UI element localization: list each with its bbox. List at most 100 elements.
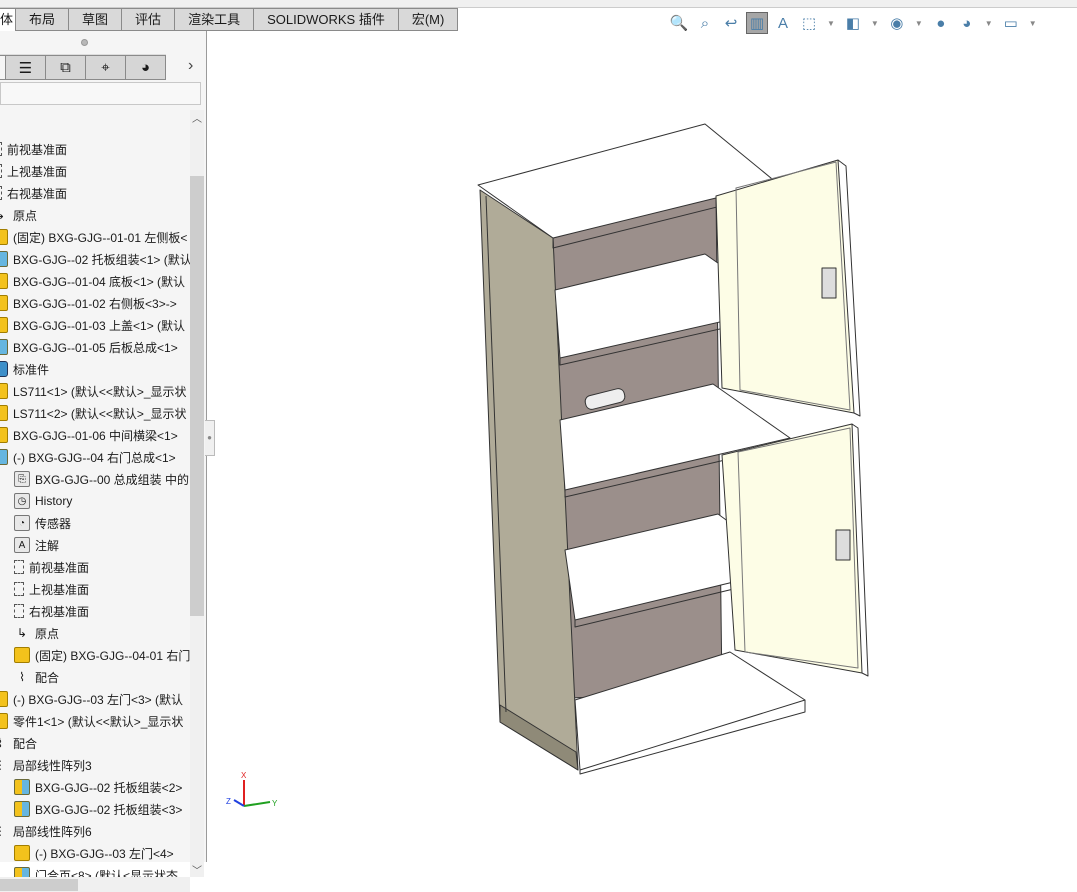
tree-item[interactable]: BXG-GJG--01-04 底板<1> (默认	[0, 270, 185, 292]
tree-item[interactable]: (固定) BXG-GJG--04-01 右门	[14, 644, 190, 666]
horizontal-scrollbar[interactable]	[0, 877, 190, 892]
display-style-icon[interactable]: ◧	[842, 12, 864, 34]
part-icon	[0, 691, 8, 707]
tree-item[interactable]: BXG-GJG--02 托板组装<1> (默认	[0, 248, 190, 270]
tree-item-label: 标准件	[13, 362, 50, 377]
scrollbar-thumb[interactable]	[190, 176, 204, 616]
tab-6[interactable]: 宏(M)	[398, 8, 459, 31]
tree-item[interactable]: ◷ History	[14, 490, 72, 512]
part-icon	[0, 405, 8, 421]
tab-5[interactable]: SOLIDWORKS 插件	[254, 8, 399, 31]
tree-item-label: BXG-GJG--01-05 后板总成<1>	[13, 340, 178, 355]
middle-crossbeam	[584, 388, 626, 410]
tree-item-label: 右视基准面	[7, 186, 68, 201]
view-settings-icon[interactable]: ▭	[1000, 12, 1022, 34]
tree-item[interactable]: BXG-GJG--02 托板组装<3>	[14, 798, 182, 820]
dropdown-arrow-icon[interactable]: ▼	[985, 19, 993, 28]
tree-item[interactable]: ↳ 原点	[14, 622, 59, 644]
tree-item[interactable]: 上视基准面	[0, 160, 67, 182]
assembly-icon	[0, 449, 8, 465]
assembly-icon	[14, 779, 30, 795]
scroll-down-icon[interactable]: ﹀	[192, 862, 202, 877]
dropdown-arrow-icon[interactable]: ▼	[915, 19, 923, 28]
tree-filter-input[interactable]	[0, 82, 201, 105]
tree-item[interactable]: BXG-GJG--01-02 右侧板<3>->	[0, 292, 177, 314]
tree-item[interactable]: A 注解	[14, 534, 59, 556]
property-manager-icon[interactable]: ☰	[6, 55, 46, 80]
section-view-icon[interactable]: ▥	[746, 12, 768, 34]
tree-item-label: 注解	[35, 538, 60, 553]
tree-item[interactable]: 前视基准面	[14, 556, 89, 578]
dimxpert-icon[interactable]: ⌖	[86, 55, 126, 80]
panel-grip[interactable]	[81, 39, 88, 46]
tree-item-label: BXG-GJG--01-06 中间横梁<1>	[13, 428, 178, 443]
tree-item[interactable]: ⎘ BXG-GJG--00 总成组装 中的	[14, 468, 189, 490]
tree-item[interactable]: 上视基准面	[14, 578, 89, 600]
edit-appearance-icon[interactable]: ●	[930, 12, 952, 34]
tree-item[interactable]: 标准件	[0, 358, 49, 380]
tab-2[interactable]: 草图	[69, 8, 123, 31]
tree-item[interactable]: (固定) BXG-GJG--01-01 左侧板<	[0, 226, 187, 248]
chevron-right-icon[interactable]: ›	[188, 57, 193, 75]
tab-4[interactable]: 渲染工具	[175, 8, 255, 31]
tree-item[interactable]: (-) BXG-GJG--03 左门<4>	[14, 842, 174, 864]
tab-0[interactable]: 体	[0, 8, 17, 31]
tab-1[interactable]: 布局	[16, 8, 70, 31]
tree-item[interactable]: BXG-GJG--01-05 后板总成<1>	[0, 336, 178, 358]
panel-collapse-handle[interactable]: ●	[205, 420, 215, 456]
tree-item[interactable]: ⌇ 配合	[0, 732, 37, 754]
tab-3[interactable]: 评估	[122, 8, 176, 31]
tree-item-label: (固定) BXG-GJG--04-01 右门	[35, 648, 190, 663]
tree-item-label: BXG-GJG--01-02 右侧板<3>->	[13, 296, 177, 311]
vertical-scrollbar[interactable]: ︿ ﹀	[190, 110, 204, 877]
tree-item[interactable]: BXG-GJG--02 托板组装<2>	[14, 776, 182, 798]
dynamic-annotation-view-icon[interactable]: A	[772, 12, 794, 34]
tree-item-label: 零件1<1> (默认<<默认>_显示状	[13, 714, 184, 729]
tree-item[interactable]: 零件1<1> (默认<<默认>_显示状	[0, 710, 183, 732]
assembly-icon	[0, 251, 8, 267]
tree-item[interactable]: ⋮ 局部线性阵列6	[0, 820, 92, 842]
part-icon	[0, 713, 8, 729]
tree-item[interactable]: BXG-GJG--01-06 中间横梁<1>	[0, 424, 178, 446]
tree-item[interactable]: (-) BXG-GJG--04 右门总成<1>	[0, 446, 176, 468]
zoom-to-fit-icon[interactable]: 🔍	[668, 12, 690, 34]
cabinet-model[interactable]	[477, 123, 869, 775]
tree-item-label: 原点	[35, 626, 60, 641]
feature-tree: 前视基准面上视基准面右视基准面↳原点(固定) BXG-GJG--01-01 左侧…	[0, 107, 190, 877]
plane-icon	[0, 186, 2, 200]
tree-item[interactable]: LS711<2> (默认<<默认>_显示状	[0, 402, 187, 424]
dropdown-arrow-icon[interactable]: ▼	[871, 19, 879, 28]
scrollbar-thumb[interactable]	[0, 879, 78, 891]
shelf-3	[564, 513, 793, 621]
tree-item[interactable]: ◔ 传感器	[14, 512, 71, 534]
configuration-manager-icon[interactable]: ⧉	[46, 55, 86, 80]
tree-item[interactable]: ↳ 原点	[0, 204, 37, 226]
tree-item[interactable]: 前视基准面	[0, 138, 67, 160]
tree-item-label: 原点	[13, 208, 38, 223]
tree-item[interactable]: 右视基准面	[14, 600, 89, 622]
apply-scene-icon[interactable]: ◕	[956, 12, 978, 34]
scroll-up-icon[interactable]: ︿	[192, 110, 202, 125]
tree-item-label: 局部线性阵列3	[13, 758, 92, 773]
tree-item[interactable]: LS711<1> (默认<<默认>_显示状	[0, 380, 187, 402]
folder-icon: ⎘	[14, 471, 30, 487]
tree-item[interactable]: BXG-GJG--01-03 上盖<1> (默认	[0, 314, 185, 336]
y-axis-label: Y	[272, 799, 278, 808]
tree-item[interactable]: ⌇ 配合	[14, 666, 59, 688]
display-manager-icon[interactable]: ◕	[126, 55, 166, 80]
dropdown-arrow-icon[interactable]: ▼	[827, 19, 835, 28]
dropdown-arrow-icon[interactable]: ▼	[1029, 19, 1037, 28]
tree-item[interactable]: 右视基准面	[0, 182, 67, 204]
hide-show-items-icon[interactable]: ◉	[886, 12, 908, 34]
history-icon: ◷	[14, 493, 30, 509]
view-orientation-icon[interactable]: ⬚	[798, 12, 820, 34]
previous-view-icon[interactable]: ↩	[720, 12, 742, 34]
tree-item-label: LS711<1> (默认<<默认>_显示状	[13, 384, 187, 399]
tree-item[interactable]: (-) BXG-GJG--03 左门<3> (默认	[0, 688, 183, 710]
top-cover	[477, 123, 778, 239]
tree-item-label: 上视基准面	[29, 582, 90, 597]
tree-item[interactable]: 门合页<8> (默认<显示状态	[14, 864, 178, 877]
zoom-to-area-icon[interactable]: ⌕	[694, 12, 716, 34]
part-icon	[14, 647, 30, 663]
tree-item[interactable]: ⋮ 局部线性阵列3	[0, 754, 92, 776]
